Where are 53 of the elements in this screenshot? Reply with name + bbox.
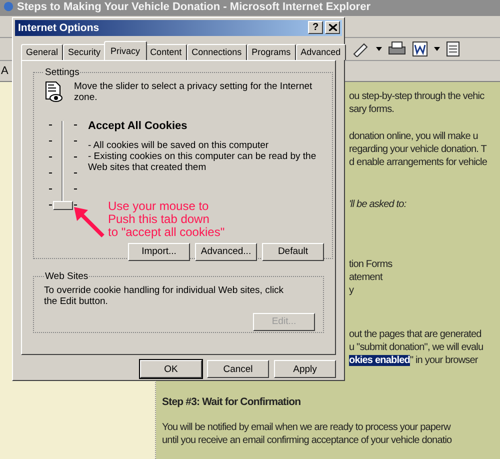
slider-thumb[interactable] (53, 200, 73, 210)
dialog-button[interactable]: Default (262, 242, 324, 261)
text-line: u "submit donation", we will evalu (349, 341, 484, 354)
text-line: donation online, you will make u (349, 130, 479, 143)
dialog-button[interactable]: Cancel (207, 360, 269, 378)
text-line: atement (349, 271, 384, 284)
description-text: - Existing cookies on this computer can be read by the Web sites that created them (88, 150, 318, 173)
text-line: regarding your vehicle donation. T (349, 143, 488, 156)
text-line: sary forms. (349, 103, 396, 116)
tab[interactable]: General (21, 44, 64, 60)
help-button[interactable]: ? (308, 21, 323, 34)
web-sites-text: To override cookie handling for individual Web sites, click the Edit button. (44, 284, 284, 307)
annotation-arrow (72, 205, 106, 239)
annotation-text: Use your mouse to Push this tab down to "accept all cookies" (108, 200, 225, 239)
text-line: ou step-by-step through the vehic (349, 90, 486, 103)
tab[interactable]: Content (145, 44, 187, 60)
text-line: out the pages that are generated (349, 328, 482, 341)
group-label: Web Sites (44, 270, 90, 282)
dialog-button[interactable]: Apply (274, 360, 336, 378)
text-line: You will be notified by email when we are ready to process your paperw (162, 421, 452, 434)
intro-text: Move the slider to select a privacy setting for the Internet zone. (74, 80, 314, 103)
privacy-icon (44, 80, 64, 103)
group-label: Settings (44, 66, 80, 78)
tab[interactable]: Security (63, 44, 106, 60)
print-icon[interactable] (388, 41, 406, 57)
text-line: okies enabled" in your browser (349, 354, 479, 367)
caret-icon[interactable] (376, 47, 382, 51)
edit-icon[interactable] (352, 41, 370, 57)
description-text: - All cookies will be saved on this computer (88, 140, 270, 151)
caret-icon[interactable] (434, 47, 440, 51)
level-title: Accept All Cookies (88, 120, 188, 132)
tab[interactable]: Advanced (296, 44, 346, 60)
window-title: Steps to Making Your Vehicle Donation - Microsoft Internet Explorer (17, 1, 370, 13)
address-label: A (1, 65, 8, 77)
text-line: until you receive an email confirming acceptance of your vehicle donatio (162, 434, 453, 447)
dialog-button[interactable]: Advanced... (195, 242, 257, 261)
document-icon[interactable] (446, 41, 460, 57)
text-line: 'll be asked to: (349, 198, 408, 211)
text-line: d enable arrangements for vehicle (349, 156, 488, 169)
dialog-button[interactable]: Import... (128, 242, 190, 261)
close-button[interactable] (325, 21, 340, 34)
browser-logo-icon (3, 1, 14, 12)
tab[interactable]: Privacy (104, 40, 148, 60)
tab[interactable]: Programs (246, 44, 296, 60)
step-heading: Step #3: Wait for Confirmation (162, 396, 302, 409)
text-line: tion Forms (349, 258, 394, 271)
word-icon[interactable] (412, 41, 428, 57)
privacy-slider[interactable] (48, 120, 78, 209)
dialog-button[interactable]: OK (140, 360, 202, 378)
close-icon (328, 24, 336, 32)
dialog-title: Internet Options (18, 22, 100, 34)
text-line: y (349, 284, 355, 297)
tab[interactable]: Connections (186, 44, 247, 60)
